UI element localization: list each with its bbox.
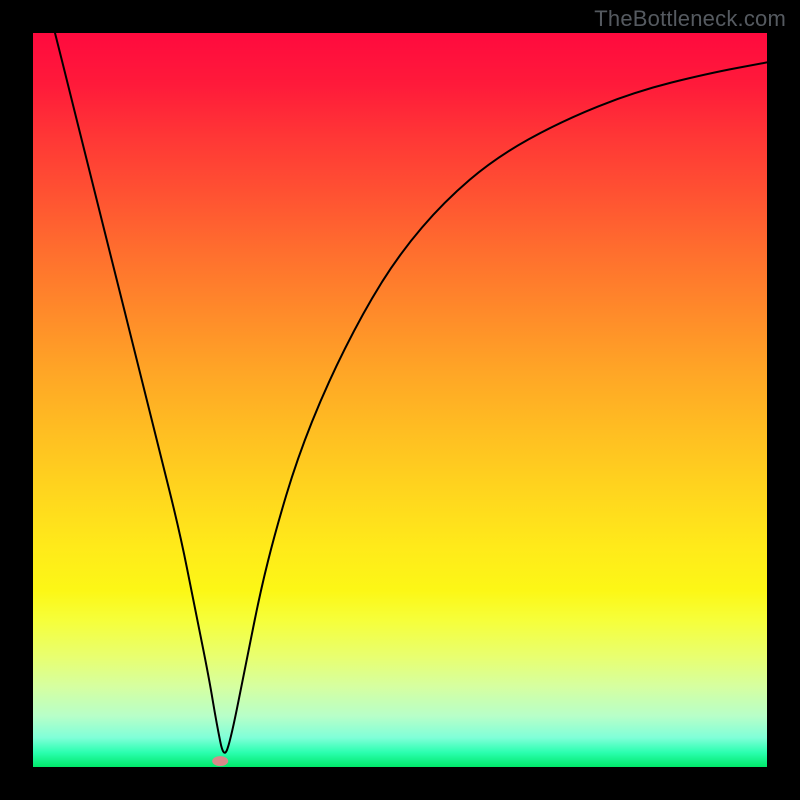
bottleneck-curve-path [55,33,767,753]
curve-layer [33,33,767,767]
watermark-text: TheBottleneck.com [594,6,786,32]
plot-area [33,33,767,767]
chart-frame: TheBottleneck.com [0,0,800,800]
min-point-marker [212,756,228,766]
